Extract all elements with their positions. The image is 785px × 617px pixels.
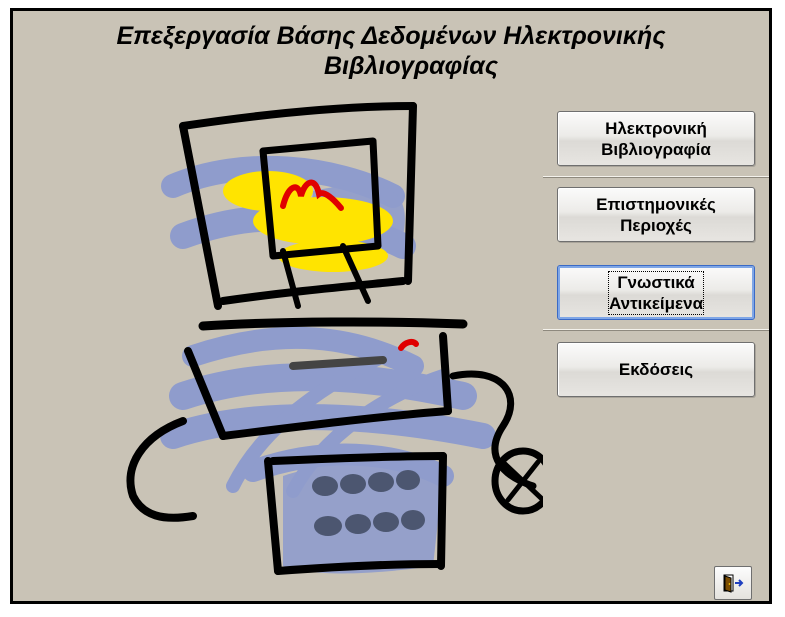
separator-2 <box>543 329 769 331</box>
exit-door-icon <box>723 574 744 593</box>
electronic-bibliography-label-2: Βιβλιογραφία <box>601 139 711 159</box>
title-line-2: Βιβλιογραφίας <box>323 52 499 80</box>
separator-1 <box>543 176 769 178</box>
knowledge-subjects-button[interactable]: Γνωστικά Αντικείμενα <box>557 265 755 320</box>
exit-button[interactable] <box>714 566 752 600</box>
main-form: Επεξεργασία Βάσης Δεδομένων Ηλεκτρονικής… <box>10 8 772 604</box>
publications-label: Εκδόσεις <box>618 360 694 379</box>
knowledge-subjects-label-1: Γνωστικά <box>617 272 695 292</box>
scientific-areas-label-1: Επιστημονικές <box>596 194 716 214</box>
scientific-areas-label-2: Περιοχές <box>620 215 692 235</box>
electronic-bibliography-label-1: Ηλεκτρονική <box>605 118 707 138</box>
title-line-1: Επεξεργασία Βάσης Δεδομένων Ηλεκτρονικής <box>116 22 666 50</box>
knowledge-subjects-label-2: Αντικείμενα <box>608 293 704 313</box>
computer-clipart-image <box>126 102 543 575</box>
electronic-bibliography-button[interactable]: Ηλεκτρονική Βιβλιογραφία <box>557 111 755 166</box>
scientific-areas-button[interactable]: Επιστημονικές Περιοχές <box>557 187 755 242</box>
publications-button[interactable]: Εκδόσεις <box>557 342 755 397</box>
form-title: Επεξεργασία Βάσης Δεδομένων Ηλεκτρονικής… <box>13 21 769 81</box>
